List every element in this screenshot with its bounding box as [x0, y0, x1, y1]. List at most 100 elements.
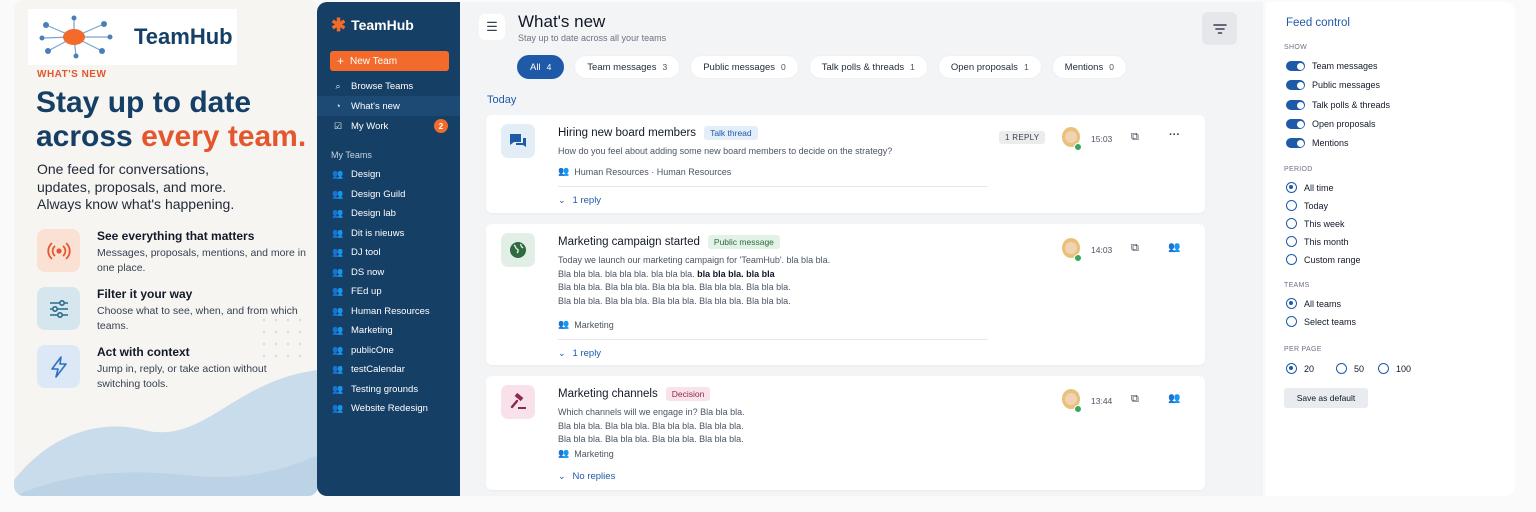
- sidebar-team-item[interactable]: 👥 Design Guild: [317, 185, 460, 205]
- team-label: testCalendar: [351, 364, 405, 376]
- feed-card[interactable]: Hiring new board members Talk thread How …: [486, 115, 1205, 213]
- toggle-mentions[interactable]: Mentions: [1286, 138, 1349, 148]
- radio-this-week[interactable]: This week: [1286, 218, 1345, 229]
- feature-context: Act with context Jump in, reply, or take…: [37, 345, 307, 391]
- sidebar-item-my-work[interactable]: ☑ My Work 2: [317, 116, 460, 136]
- toggle-open-proposals[interactable]: Open proposals: [1286, 119, 1376, 129]
- tab-count: 0: [1109, 62, 1114, 72]
- gavel-icon: [501, 385, 535, 419]
- sidebar-team-item[interactable]: 👥 Human Resources: [317, 302, 460, 322]
- toggle-switch[interactable]: [1286, 80, 1305, 90]
- radio-button[interactable]: [1286, 298, 1297, 309]
- card-body-bold: bla bla bla. bla bla: [697, 268, 775, 279]
- card-meta: 👥 Marketing: [558, 448, 614, 459]
- toggle-label: Talk polls & threads: [1312, 100, 1391, 110]
- radio-button[interactable]: [1286, 182, 1297, 193]
- more-options-icon[interactable]: ···: [1169, 129, 1180, 141]
- main-feed: ☰ What's new Stay up to date across all …: [460, 2, 1263, 496]
- tab-team-messages[interactable]: Team messages 3: [574, 55, 681, 79]
- sidebar-team-item[interactable]: 👥 Testing grounds: [317, 380, 460, 400]
- sidebar-team-item[interactable]: 👥 Design lab: [317, 204, 460, 224]
- toggle-talk-polls-threads[interactable]: Talk polls & threads: [1286, 100, 1390, 110]
- team-icon[interactable]: 👥: [1168, 393, 1180, 404]
- radio-button[interactable]: [1286, 254, 1297, 265]
- radio-button[interactable]: [1286, 218, 1297, 229]
- tab-talk-polls-threads[interactable]: Talk polls & threads 1: [808, 55, 928, 79]
- radio-button[interactable]: [1286, 236, 1297, 247]
- collapse-sidebar-button[interactable]: ☰: [479, 14, 505, 40]
- new-team-label: New Team: [350, 55, 398, 67]
- team-icon[interactable]: 👥: [1168, 242, 1180, 253]
- toggle-switch[interactable]: [1286, 100, 1305, 110]
- card-replies-toggle[interactable]: ⌄ 1 reply: [558, 348, 601, 359]
- card-replies-label: 1 reply: [572, 195, 602, 206]
- radio-label: This week: [1304, 218, 1345, 229]
- radio-per-page-50[interactable]: 50: [1336, 363, 1364, 374]
- author-avatar: [1062, 127, 1082, 151]
- radio-button[interactable]: [1286, 363, 1297, 374]
- radio-all-time[interactable]: All time: [1286, 182, 1334, 193]
- sidebar-item-browse-teams[interactable]: ⌕ Browse Teams: [317, 76, 460, 96]
- sidebar-item-whats-new[interactable]: ◔ What's new: [317, 96, 460, 116]
- radio-per-page-100[interactable]: 100: [1378, 363, 1411, 374]
- tab-open-proposals[interactable]: Open proposals 1: [937, 55, 1042, 79]
- card-replies-toggle[interactable]: ⌄ No replies: [558, 471, 615, 482]
- sidebar-team-item[interactable]: 👥 Website Redesign: [317, 399, 460, 419]
- toggle-public-messages[interactable]: Public messages: [1286, 80, 1380, 90]
- filter-tabs: All 4 Team messages 3 Public messages 0 Tal…: [517, 55, 1137, 79]
- radio-custom-range[interactable]: Custom range: [1286, 254, 1361, 265]
- sidebar-brand[interactable]: ✱ TeamHub: [331, 16, 414, 34]
- toggle-switch[interactable]: [1286, 119, 1305, 129]
- radio-button[interactable]: [1378, 363, 1389, 374]
- filter-icon: [1212, 23, 1227, 34]
- card-title: Marketing campaign started: [558, 236, 700, 248]
- open-external-icon[interactable]: ⧉: [1131, 131, 1139, 144]
- radio-all-teams[interactable]: All teams: [1286, 298, 1341, 309]
- team-icon: 👥: [332, 227, 344, 238]
- my-work-badge: 2: [434, 119, 448, 133]
- sidebar-team-item[interactable]: 👥 FEd up: [317, 282, 460, 302]
- feed-card[interactable]: Marketing campaign started Public message…: [486, 224, 1205, 365]
- card-title-row: Marketing campaign started Public message: [558, 235, 780, 249]
- chevron-down-icon: ⌄: [558, 195, 566, 205]
- sidebar-team-item[interactable]: 👥 Dit is nieuws: [317, 224, 460, 244]
- open-external-icon[interactable]: ⧉: [1131, 242, 1139, 255]
- toggle-switch[interactable]: [1286, 61, 1305, 71]
- new-team-button[interactable]: + New Team: [330, 51, 449, 71]
- team-label: Testing grounds: [351, 383, 419, 395]
- tab-mentions[interactable]: Mentions 0: [1051, 55, 1127, 79]
- sidebar-team-item[interactable]: 👥 DJ tool: [317, 243, 460, 263]
- app-canvas: TeamHub WHAT'S NEW Stay up to date acros…: [0, 0, 1536, 512]
- open-external-icon[interactable]: ⧉: [1131, 393, 1139, 406]
- tab-label: Talk polls & threads: [821, 61, 905, 73]
- sidebar-team-item[interactable]: 👥 DS now: [317, 263, 460, 283]
- sidebar-item-label: My Work: [351, 120, 389, 132]
- tab-count: 4: [546, 62, 552, 72]
- radio-this-month[interactable]: This month: [1286, 236, 1349, 247]
- filter-button[interactable]: [1202, 12, 1237, 45]
- sidebar-team-item[interactable]: 👥 Design: [317, 165, 460, 185]
- team-label: Dit is nieuws: [351, 227, 405, 239]
- tab-public-messages[interactable]: Public messages 0: [690, 55, 799, 79]
- radio-per-page-20[interactable]: 20: [1286, 363, 1314, 374]
- card-title: Marketing channels: [558, 388, 658, 400]
- sidebar-team-item[interactable]: 👥 publicOne: [317, 341, 460, 361]
- sidebar-team-item[interactable]: 👥 testCalendar: [317, 360, 460, 380]
- radio-button[interactable]: [1336, 363, 1347, 374]
- card-replies-toggle[interactable]: ⌄ 1 reply: [558, 195, 601, 206]
- tab-all[interactable]: All 4: [517, 55, 565, 79]
- feed-card[interactable]: Marketing channels Decision Which channel…: [486, 376, 1205, 490]
- section-per-page: PER PAGE: [1284, 346, 1322, 353]
- toggle-team-messages[interactable]: Team messages: [1286, 61, 1378, 71]
- toggle-switch[interactable]: [1286, 138, 1305, 148]
- radio-button[interactable]: [1286, 200, 1297, 211]
- card-meta-text: Human Resources · Human Resources: [574, 166, 732, 177]
- radio-button[interactable]: [1286, 316, 1297, 327]
- sidebar-team-item[interactable]: 👥 Marketing: [317, 321, 460, 341]
- headline-line-1: Stay up to date: [36, 86, 252, 119]
- tab-label: Open proposals: [950, 61, 1018, 73]
- radio-today[interactable]: Today: [1286, 200, 1328, 211]
- team-icon: 👥: [558, 448, 570, 458]
- save-as-default-button[interactable]: Save as default: [1284, 388, 1368, 408]
- radio-select-teams[interactable]: Select teams: [1286, 316, 1356, 327]
